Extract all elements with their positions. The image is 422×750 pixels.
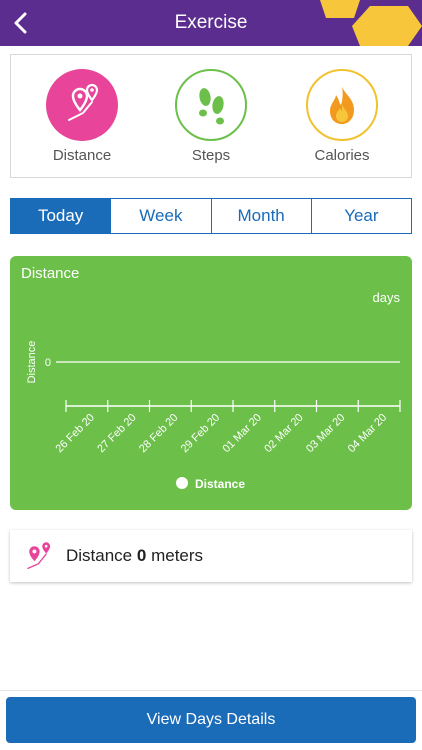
- summary-unit: meters: [151, 546, 204, 565]
- exercise-category-card: Distance Steps Calories: [10, 54, 412, 178]
- chart-legend: Distance: [176, 477, 245, 491]
- footprints-icon: [199, 88, 224, 125]
- x-tick-label: 03 Mar 20: [304, 412, 348, 456]
- category-calories[interactable]: Calories: [297, 69, 387, 164]
- category-steps[interactable]: Steps: [166, 69, 256, 164]
- legend-label: Distance: [195, 477, 245, 491]
- summary-label: Distance: [66, 546, 133, 565]
- category-steps-label: Steps: [191, 147, 231, 164]
- tab-week[interactable]: Week: [110, 199, 211, 233]
- calories-circle[interactable]: [306, 69, 378, 141]
- y-tick-label: 0: [45, 357, 51, 369]
- category-calories-label: Calories: [314, 147, 370, 164]
- app-header: Exercise: [0, 0, 422, 46]
- summary-value: 0: [136, 546, 147, 565]
- tab-today[interactable]: Today: [11, 199, 111, 233]
- chart-y-axis-label: Distance: [26, 341, 38, 384]
- x-tick-label: 02 Mar 20: [262, 412, 306, 456]
- map-pins-icon: [68, 83, 99, 121]
- chart-plot-area: 0 26 Feb 2027 Feb 2028 Feb 2029 Feb 2001 …: [45, 357, 401, 456]
- x-tick-label: 27 Feb 20: [95, 412, 139, 456]
- honeycomb-decoration: [320, 0, 422, 46]
- legend-dot: [176, 477, 188, 489]
- map-pins-icon: [27, 542, 51, 570]
- chart-title: Distance: [21, 265, 79, 282]
- flame-icon: [330, 86, 354, 124]
- x-tick-label: 26 Feb 20: [53, 412, 97, 456]
- x-tick-label: 28 Feb 20: [137, 412, 181, 456]
- x-tick-label: 04 Mar 20: [346, 412, 390, 456]
- period-tabs: Today Week Month Year: [10, 198, 412, 234]
- distance-circle[interactable]: [46, 69, 118, 141]
- x-tick-label: 29 Feb 20: [179, 412, 223, 456]
- distance-chart: Distance days Distance 0 26 Feb 2027 Feb …: [21, 265, 401, 491]
- category-distance-label: Distance: [52, 147, 112, 164]
- distance-summary-card: Distance 0 meters: [10, 530, 412, 582]
- distance-chart-card: Distance days Distance 0 26 Feb 20 27 Feb …: [10, 256, 412, 510]
- tab-month[interactable]: Month: [210, 199, 311, 233]
- view-days-details-button[interactable]: View Days Details: [6, 697, 416, 743]
- category-distance[interactable]: Distance: [37, 69, 127, 164]
- distance-summary-text: Distance 0 meters: [66, 546, 203, 566]
- steps-circle[interactable]: [175, 69, 247, 141]
- chart-x-unit-label: days: [373, 290, 401, 305]
- x-tick-label: 01 Mar 20: [220, 412, 264, 456]
- tab-year[interactable]: Year: [310, 199, 411, 233]
